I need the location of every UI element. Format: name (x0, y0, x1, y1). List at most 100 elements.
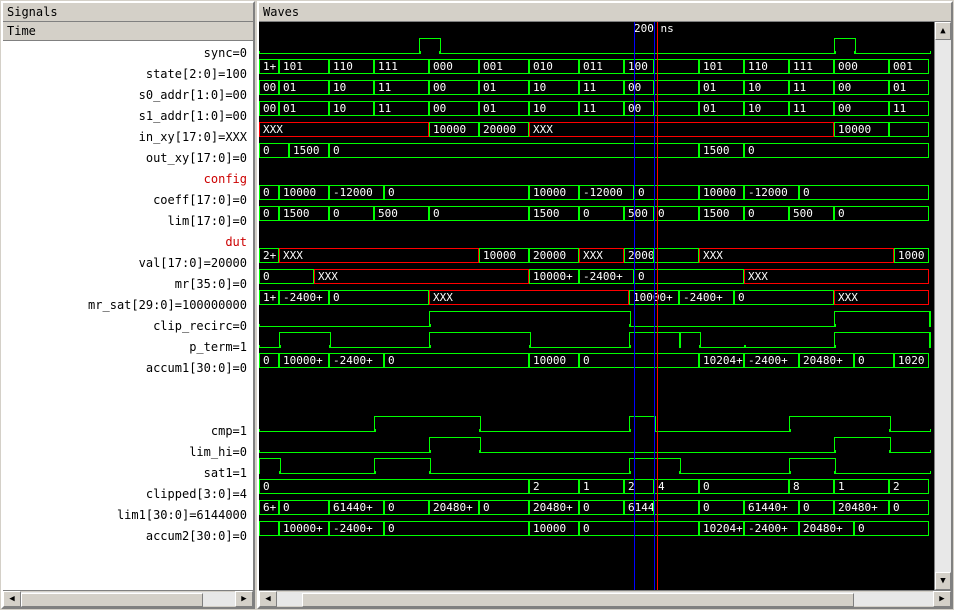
signal-row[interactable]: sat1=1 (3, 463, 253, 484)
bus-segment: 0 (579, 353, 699, 368)
bus-segment: 0 (799, 500, 834, 515)
bus-segment: 00 (834, 101, 889, 116)
signal-row[interactable]: config (3, 169, 253, 190)
signal-row[interactable]: mr_sat[29:0]=100000000 (3, 295, 253, 316)
bit-segment (834, 471, 931, 474)
bit-segment (654, 429, 791, 432)
bus-segment: -2400+ (279, 290, 329, 305)
bus-segment: 100 (624, 59, 654, 74)
bus-segment: 10 (744, 101, 789, 116)
bit-segment (789, 416, 891, 432)
bus-segment: 61440+ (329, 500, 384, 515)
bus-segment: 0 (259, 206, 279, 221)
scroll-left-icon[interactable]: ◀ (3, 591, 21, 607)
wave-canvas[interactable]: 200 ns1+10111011100000101001110010111011… (259, 22, 934, 590)
signal-row[interactable]: accum1[30:0]=0 (3, 358, 253, 379)
bus-segment: XXX (314, 269, 529, 284)
bus-segment: -2400+ (329, 353, 384, 368)
bus-segment: 11 (579, 101, 624, 116)
bus-segment (654, 59, 699, 74)
signal-row[interactable]: mr[35:0]=0 (3, 274, 253, 295)
signals-panel: Signals Time sync=0state[2:0]=100s0_addr… (1, 1, 255, 609)
time-header: Time (3, 22, 253, 41)
cursor-marker[interactable] (657, 22, 658, 590)
signal-row[interactable]: lim1[30:0]=6144000 (3, 505, 253, 526)
signal-list[interactable]: sync=0state[2:0]=100s0_addr[1:0]=00s1_ad… (3, 41, 253, 590)
bit-segment (259, 345, 281, 348)
wave-rows: 1+10111011100000101001110010111011100000… (259, 36, 934, 540)
scroll-track[interactable] (21, 592, 235, 606)
bus-segment: 111 (374, 59, 429, 74)
bit-segment (279, 332, 331, 348)
bit-segment (374, 416, 481, 432)
bus-segment: 0 (384, 185, 529, 200)
wave-row: 010000+-2400+010000010204+-2400+20480+01… (259, 351, 934, 372)
bus-segment: XXX (834, 290, 929, 305)
signal-row[interactable]: lim_hi=0 (3, 442, 253, 463)
bit-segment (834, 437, 891, 453)
bus-segment: XXX (699, 248, 894, 263)
signal-row[interactable] (3, 379, 253, 400)
bit-segment (929, 311, 931, 327)
signal-row[interactable]: lim[17:0]=0 (3, 211, 253, 232)
bus-segment: 10 (329, 101, 374, 116)
bus-segment: 11 (789, 101, 834, 116)
scroll-vtrack[interactable] (935, 40, 951, 572)
scroll-thumb[interactable] (302, 593, 854, 607)
signal-row[interactable]: cmp=1 (3, 421, 253, 442)
signals-hscroll[interactable]: ◀ ▶ (3, 590, 253, 607)
scroll-right-icon[interactable]: ▶ (235, 591, 253, 607)
signal-row[interactable]: sync=0 (3, 43, 253, 64)
bit-segment (854, 51, 931, 54)
signal-row[interactable]: clipped[3:0]=4 (3, 484, 253, 505)
bus-segment: XXX (744, 269, 929, 284)
waves-vscroll[interactable]: ▲ ▼ (934, 22, 951, 590)
scroll-thumb[interactable] (21, 593, 203, 607)
signal-row[interactable]: state[2:0]=100 (3, 64, 253, 85)
signal-row[interactable]: p_term=1 (3, 337, 253, 358)
bus-segment: 0 (579, 521, 699, 536)
signal-row[interactable]: s1_addr[1:0]=00 (3, 106, 253, 127)
bus-segment: XXX (259, 122, 429, 137)
scroll-left-icon[interactable]: ◀ (259, 591, 277, 607)
bus-segment: 10000+ (279, 521, 329, 536)
wave-row: 2+XXX1000020000XXX20000XXX1000 (259, 246, 934, 267)
bus-segment: 61440+ (624, 500, 654, 515)
bus-segment: 0 (329, 143, 699, 158)
bus-segment (654, 101, 699, 116)
bit-segment (889, 450, 931, 453)
signal-row[interactable]: val[17:0]=20000 (3, 253, 253, 274)
scroll-right-icon[interactable]: ▶ (933, 591, 951, 607)
signal-row[interactable]: in_xy[17:0]=XXX (3, 127, 253, 148)
bus-segment: 001 (479, 59, 529, 74)
signal-row[interactable]: s0_addr[1:0]=00 (3, 85, 253, 106)
bus-segment: 1500 (289, 143, 329, 158)
signal-row[interactable]: out_xy[17:0]=0 (3, 148, 253, 169)
bit-segment (429, 311, 631, 327)
signal-row[interactable]: coeff[17:0]=0 (3, 190, 253, 211)
signal-row[interactable]: clip_recirc=0 (3, 316, 253, 337)
bus-segment: XXX (279, 248, 479, 263)
scroll-down-icon[interactable]: ▼ (935, 572, 951, 590)
signal-row[interactable]: dut (3, 232, 253, 253)
bus-segment: 01 (889, 80, 929, 95)
time-marker (634, 22, 635, 590)
signal-row[interactable]: accum2[30:0]=0 (3, 526, 253, 547)
bit-segment (629, 332, 681, 348)
bus-segment: 0 (854, 353, 894, 368)
bit-segment (929, 332, 931, 348)
bus-segment: 2 (529, 479, 579, 494)
signals-title: Signals (3, 3, 253, 22)
bus-segment: 10 (744, 80, 789, 95)
waves-hscroll[interactable]: ◀ ▶ (259, 590, 951, 607)
bus-segment: 2 (624, 479, 654, 494)
bus-segment: 1000 (894, 248, 929, 263)
scroll-up-icon[interactable]: ▲ (935, 22, 951, 40)
bit-segment (834, 38, 856, 54)
bus-segment: 0 (734, 290, 834, 305)
signal-row[interactable] (3, 400, 253, 421)
waves-title: Waves (259, 3, 951, 22)
scroll-track[interactable] (277, 592, 933, 606)
bus-segment: 10000 (279, 185, 329, 200)
bus-segment: 10 (329, 80, 374, 95)
